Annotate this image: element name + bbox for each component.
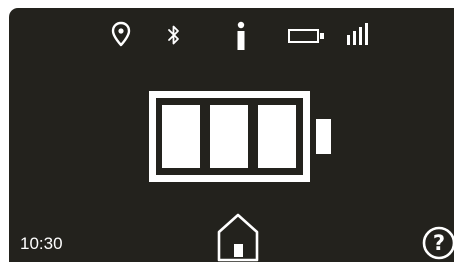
location-pin-icon (111, 21, 131, 49)
bluetooth-icon (167, 23, 181, 47)
battery-small-icon (288, 28, 326, 44)
home-button[interactable] (216, 212, 260, 262)
info-icon (235, 21, 247, 53)
home-icon (217, 213, 259, 262)
battery-segment (258, 105, 296, 168)
help-button[interactable]: ? (421, 224, 454, 262)
clock-time: 10:30 (20, 234, 63, 253)
battery-level-indicator (149, 91, 341, 182)
battery-icon (149, 91, 331, 182)
battery-segment (210, 105, 248, 168)
signal-strength-icon (346, 21, 372, 47)
help-question-mark: ? (432, 231, 446, 255)
device-screen: 10:30 ? (9, 8, 454, 262)
battery-segment (162, 105, 200, 168)
